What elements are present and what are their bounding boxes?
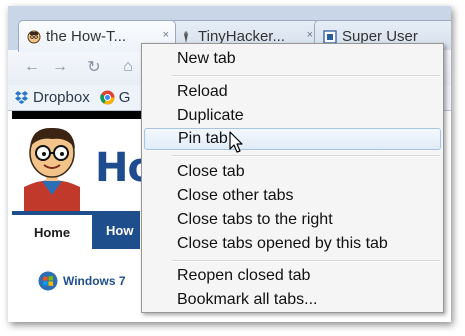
header-strip xyxy=(12,111,142,119)
menu-item-pin-tab[interactable]: Pin tab xyxy=(144,128,441,150)
close-tab-icon[interactable]: × xyxy=(307,29,313,41)
mouse-cursor-icon xyxy=(229,131,243,153)
forward-icon[interactable]: → xyxy=(48,56,72,78)
bookmark-label: Dropbox xyxy=(33,89,90,106)
menu-separator xyxy=(172,75,440,77)
tab-title: the How-T... xyxy=(46,28,127,45)
menu-item-new-tab[interactable]: New tab xyxy=(143,48,442,70)
bookmark-dropbox[interactable]: Dropbox xyxy=(14,89,90,106)
close-tab-icon[interactable]: × xyxy=(163,29,169,41)
menu-separator xyxy=(172,155,440,157)
tinyhacker-icon xyxy=(184,30,188,43)
menu-item-duplicate[interactable]: Duplicate xyxy=(143,105,442,127)
windows-logo-icon xyxy=(38,271,58,291)
category-windows7[interactable]: Windows 7 xyxy=(38,271,126,291)
bookmark-chrome[interactable]: G xyxy=(99,89,131,106)
home-icon[interactable]: ⌂ xyxy=(116,56,140,78)
superuser-icon xyxy=(323,29,337,44)
dropbox-icon xyxy=(15,91,28,104)
menu-item-close-other-tabs[interactable]: Close other tabs xyxy=(143,185,442,207)
menu-item-reload[interactable]: Reload xyxy=(143,81,442,103)
menu-item-reopen-closed-tab[interactable]: Reopen closed tab xyxy=(143,265,442,287)
tab-context-menu: New tab Reload Duplicate Pin tab Close t… xyxy=(141,43,444,313)
menu-item-close-tabs-opened[interactable]: Close tabs opened by this tab xyxy=(143,233,442,255)
menu-separator xyxy=(172,260,440,262)
back-icon[interactable]: ← xyxy=(20,56,44,78)
howtogeek-icon xyxy=(27,30,41,43)
reload-icon[interactable]: ↻ xyxy=(82,56,106,78)
chrome-icon xyxy=(99,90,115,105)
category-label: Windows 7 xyxy=(63,274,126,288)
geek-mascot-icon xyxy=(24,127,80,211)
menu-item-close-tabs-right[interactable]: Close tabs to the right xyxy=(143,209,442,231)
nav-how-link[interactable]: How xyxy=(106,211,133,249)
bookmark-label: G xyxy=(118,89,131,106)
nav-home-link[interactable]: Home xyxy=(12,211,92,249)
menu-item-close-tab[interactable]: Close tab xyxy=(143,161,442,183)
menu-item-bookmark-all-tabs[interactable]: Bookmark all tabs... xyxy=(143,289,442,311)
